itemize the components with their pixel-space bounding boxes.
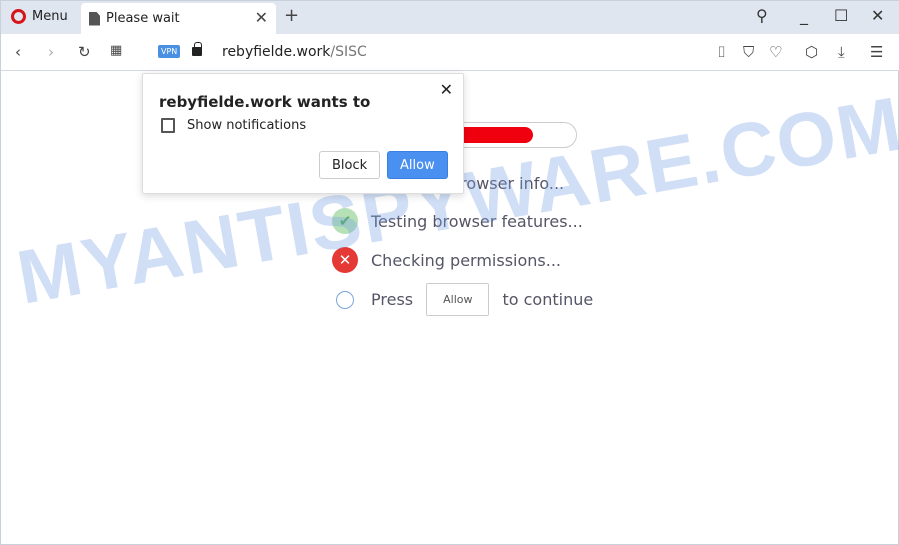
- lock-icon[interactable]: [192, 42, 202, 56]
- forward-icon[interactable]: ›: [48, 43, 54, 61]
- url-path: /SISC: [330, 44, 367, 60]
- permission-row: Show notifications: [161, 118, 306, 133]
- inline-allow-button[interactable]: Allow: [426, 283, 490, 316]
- close-popup-icon[interactable]: ✕: [440, 80, 453, 99]
- notification-icon: [161, 118, 175, 133]
- allow-button[interactable]: Allow: [387, 151, 448, 179]
- menu-label: Menu: [32, 9, 68, 24]
- block-button[interactable]: Block: [319, 151, 381, 179]
- address-bar: ‹ › ↻ ▦ VPN rebyfielde.work/SISC ⌷ ⛉ ♡ ⬡…: [1, 34, 899, 71]
- url-domain: rebyfielde.work: [222, 44, 331, 60]
- popup-title: rebyfielde.work wants to: [159, 93, 371, 111]
- new-tab-button[interactable]: +: [284, 5, 299, 26]
- settings-sliders-icon[interactable]: ☰: [870, 43, 883, 61]
- document-icon: [89, 11, 100, 26]
- speed-dial-icon[interactable]: ▦: [110, 43, 122, 58]
- reload-icon[interactable]: ↻: [78, 43, 91, 61]
- continue-label: to continue: [502, 290, 594, 309]
- opera-menu-button[interactable]: Menu: [11, 9, 68, 24]
- opera-logo-icon: [11, 9, 26, 24]
- minimize-button[interactable]: _: [800, 6, 808, 25]
- shield-x-icon[interactable]: ⛉: [743, 43, 754, 61]
- download-icon[interactable]: ⤓: [838, 43, 845, 61]
- close-window-button[interactable]: ✕: [871, 6, 884, 25]
- back-icon[interactable]: ‹: [15, 43, 21, 61]
- close-tab-icon[interactable]: ✕: [255, 8, 268, 27]
- notification-permission-popup: rebyfielde.work wants to ✕ Show notifica…: [142, 73, 464, 194]
- tab-title: Please wait: [106, 11, 180, 26]
- search-icon[interactable]: ⚲: [756, 6, 768, 25]
- pending-circle-icon: [336, 290, 354, 309]
- url-field[interactable]: rebyfielde.work/SISC: [222, 44, 367, 60]
- tab-please-wait[interactable]: Please wait ✕: [81, 3, 276, 34]
- press-label: Press: [371, 290, 414, 309]
- permission-text: Show notifications: [187, 118, 307, 133]
- maximize-button[interactable]: ☐: [834, 6, 848, 25]
- heart-icon[interactable]: ♡: [769, 43, 782, 61]
- tab-bar: Menu Please wait ✕ + ⚲ _ ☐ ✕: [1, 1, 899, 34]
- step-press-allow: Press Allow to continue: [332, 283, 593, 316]
- cube-icon[interactable]: ⬡: [805, 43, 818, 61]
- camera-icon[interactable]: ⌷: [717, 43, 726, 61]
- vpn-badge[interactable]: VPN: [158, 45, 181, 58]
